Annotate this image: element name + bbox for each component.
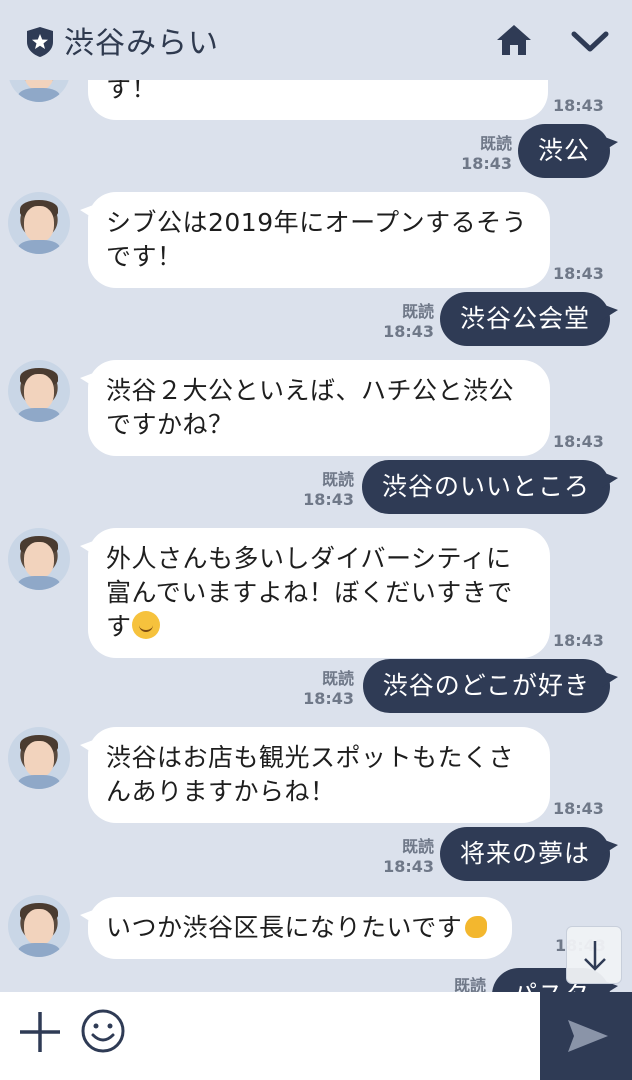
message-bubble-outgoing[interactable]: 将来の夢は <box>439 827 619 881</box>
message-text: 渋公 <box>537 136 590 165</box>
message-text: 将来の夢は <box>459 839 590 868</box>
message-line: です！ <box>106 242 183 271</box>
read-status: 既読 18:43 <box>303 470 354 510</box>
avatar[interactable] <box>8 895 70 957</box>
message-text: 渋谷のどこが好き <box>382 671 590 700</box>
send-button[interactable] <box>540 992 632 1080</box>
send-icon <box>568 1020 608 1052</box>
chat-title[interactable]: 渋谷みらい <box>64 18 219 62</box>
read-label: 既読 <box>453 976 486 992</box>
message-text: 渋谷のいいところ <box>381 472 590 501</box>
message-time: 18:43 <box>461 154 512 173</box>
read-status: 既読 18:43 <box>461 134 512 174</box>
message-line: ですかね？ <box>106 410 234 439</box>
message-time: 18:43 <box>553 96 604 115</box>
plus-icon[interactable] <box>18 1010 62 1054</box>
message-time: 18:43 <box>383 322 434 341</box>
message-line: んありますからね！ <box>106 777 336 806</box>
message-bubble-outgoing[interactable]: 渋谷のいいところ <box>361 460 619 514</box>
message-line: 富んでいますよね！ぼくだいすきで <box>106 578 513 607</box>
message-text: 渋谷公会堂 <box>459 304 590 333</box>
chevron-down-icon[interactable] <box>570 26 610 56</box>
flexed-biceps-emoji <box>462 912 490 940</box>
smiley-icon[interactable] <box>80 1008 126 1054</box>
read-status: 既読 <box>454 976 486 992</box>
message-text: す！ <box>106 80 158 103</box>
input-bar <box>0 992 632 1080</box>
read-label: 既読 <box>321 470 354 489</box>
read-label: 既読 <box>401 837 434 856</box>
message-time: 18:43 <box>553 264 604 283</box>
read-label: 既読 <box>401 302 434 321</box>
read-status: 既読 18:43 <box>303 669 354 709</box>
message-bubble-incoming[interactable]: いつか渋谷区長になりたいです <box>79 897 513 959</box>
message-line: す <box>106 610 528 644</box>
message-time: 18:43 <box>553 432 604 451</box>
message-text: いつか渋谷区長になりたいです <box>106 913 463 942</box>
avatar[interactable] <box>8 360 70 422</box>
home-icon[interactable] <box>494 22 534 58</box>
message-time: 18:43 <box>553 631 604 650</box>
message-bubble-incoming[interactable]: す！ <box>88 80 548 120</box>
shield-star-icon <box>27 27 53 57</box>
avatar[interactable] <box>8 528 70 590</box>
avatar[interactable] <box>8 727 70 789</box>
message-time: 18:43 <box>303 490 354 509</box>
message-list[interactable]: す！ 18:43 既読 18:43 渋公 シブ公は2019年にオープンするそう … <box>0 80 632 992</box>
scroll-to-bottom-button[interactable] <box>566 926 622 984</box>
avatar[interactable] <box>8 80 70 102</box>
message-line: 外人さんも多いしダイバーシティに <box>106 544 512 573</box>
read-label: 既読 <box>479 134 512 153</box>
message-time: 18:43 <box>303 689 354 708</box>
message-bubble-incoming[interactable]: 渋谷はお店も観光スポットもたくさ んありますからね！ <box>80 727 550 823</box>
message-line: シブ公は2019年にオープンするそう <box>106 208 528 237</box>
smiling-face-emoji <box>131 611 160 639</box>
message-bubble-incoming[interactable]: 外人さんも多いしダイバーシティに 富んでいますよね！ぼくだいすきで す <box>80 528 550 658</box>
message-time: 18:43 <box>383 857 434 876</box>
message-bubble-outgoing[interactable]: 渋谷のどこが好き <box>362 659 619 713</box>
read-label: 既読 <box>321 669 354 688</box>
chat-header: 渋谷みらい <box>0 0 632 80</box>
message-bubble-incoming[interactable]: 渋谷２大公といえば、ハチ公と渋公 ですかね？ <box>80 360 550 456</box>
arrow-down-icon <box>584 941 606 971</box>
message-bubble-outgoing[interactable]: 渋公 <box>517 124 619 178</box>
read-status: 既読 18:43 <box>383 837 434 877</box>
message-line: 渋谷２大公といえば、ハチ公と渋公 <box>106 376 515 405</box>
read-status: 既読 18:43 <box>383 302 434 342</box>
message-bubble-outgoing[interactable]: 渋谷公会堂 <box>439 292 619 346</box>
message-time: 18:43 <box>553 799 604 818</box>
avatar[interactable] <box>8 192 70 254</box>
message-bubble-incoming[interactable]: シブ公は2019年にオープンするそう です！ <box>80 192 550 288</box>
message-line: 渋谷はお店も観光スポットもたくさ <box>106 743 515 772</box>
